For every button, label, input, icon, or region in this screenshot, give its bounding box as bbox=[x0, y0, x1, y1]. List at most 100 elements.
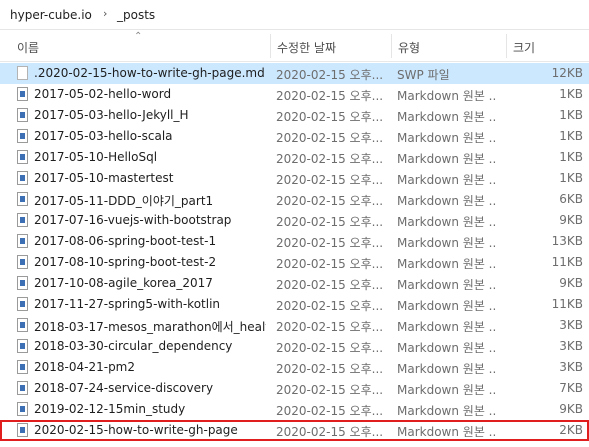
file-type: Markdown 원본 ... bbox=[397, 152, 497, 166]
file-name: 2018-03-17-mesos_marathon에서_healt... bbox=[34, 320, 266, 334]
file-size: 1KB bbox=[559, 108, 583, 122]
column-date-modified[interactable]: 수정한 날짜 bbox=[277, 39, 336, 56]
markdown-file-icon bbox=[17, 360, 28, 374]
file-row[interactable]: 2017-05-03-hello-Jekyll_H 2020-02-15 오후..… bbox=[0, 105, 589, 126]
file-type: Markdown 원본 ... bbox=[397, 404, 497, 418]
file-date-modified: 2020-02-15 오후... bbox=[276, 383, 382, 397]
file-row[interactable]: 2018-04-21-pm2 2020-02-15 오후... Markdown 원… bbox=[0, 357, 589, 378]
file-name: 2017-08-10-spring-boot-test-2 bbox=[34, 255, 217, 269]
file-size: 6KB bbox=[559, 192, 583, 206]
file-size: 3KB bbox=[559, 339, 583, 353]
file-row[interactable]: 2017-05-10-mastertest 2020-02-15 오후... Mar… bbox=[0, 168, 589, 189]
markdown-file-icon bbox=[17, 381, 28, 395]
file-name: 2018-07-24-service-discovery bbox=[34, 381, 214, 395]
file-type: Markdown 원본 ... bbox=[397, 110, 497, 124]
file-name: 2020-02-15-how-to-write-gh-page bbox=[34, 423, 238, 437]
file-size: 3KB bbox=[559, 360, 583, 374]
file-type: Markdown 원본 ... bbox=[397, 278, 497, 292]
sort-ascending-icon: ⌃ bbox=[134, 31, 143, 42]
file-date-modified: 2020-02-15 오후... bbox=[276, 362, 382, 376]
markdown-file-icon bbox=[17, 234, 28, 248]
column-name[interactable]: 이름 bbox=[17, 39, 39, 56]
file-type: Markdown 원본 ... bbox=[397, 257, 497, 271]
file-name: 2017-05-03-hello-Jekyll_H bbox=[34, 108, 189, 122]
file-type: SWP 파일 bbox=[397, 68, 450, 82]
file-size: 12KB bbox=[551, 66, 583, 80]
file-type: Markdown 원본 ... bbox=[397, 236, 497, 250]
file-size: 3KB bbox=[559, 318, 583, 332]
file-row[interactable]: 2017-05-03-hello-scala 2020-02-15 오후... Ma… bbox=[0, 126, 589, 147]
file-name: 2017-08-06-spring-boot-test-1 bbox=[34, 234, 217, 248]
file-row[interactable]: 2018-07-24-service-discovery 2020-02-15 오… bbox=[0, 378, 589, 399]
file-date-modified: 2020-02-15 오후... bbox=[276, 236, 382, 250]
file-type: Markdown 원본 ... bbox=[397, 173, 497, 187]
file-row[interactable]: 2017-07-16-vuejs-with-bootstrap 2020-02-1… bbox=[0, 210, 589, 231]
file-date-modified: 2020-02-15 오후... bbox=[276, 257, 382, 271]
file-size: 11KB bbox=[551, 297, 583, 311]
file-name: 2018-04-21-pm2 bbox=[34, 360, 136, 374]
file-date-modified: 2020-02-15 오후... bbox=[276, 320, 382, 334]
file-row[interactable]: 2017-05-11-DDD_이야기_part1 2020-02-15 오후...… bbox=[0, 189, 589, 210]
markdown-file-icon bbox=[17, 255, 28, 269]
file-type: Markdown 원본 ... bbox=[397, 131, 497, 145]
file-row[interactable]: 2017-11-27-spring5-with-kotlin 2020-02-15… bbox=[0, 294, 589, 315]
markdown-file-icon bbox=[17, 297, 28, 311]
file-row[interactable]: 2018-03-17-mesos_marathon에서_healt... 2020… bbox=[0, 315, 589, 336]
file-type: Markdown 원본 ... bbox=[397, 362, 497, 376]
file-type: Markdown 원본 ... bbox=[397, 299, 497, 313]
file-date-modified: 2020-02-15 오후... bbox=[276, 194, 382, 208]
markdown-file-icon bbox=[17, 276, 28, 290]
file-row[interactable]: .2020-02-15-how-to-write-gh-page.md.swp 2… bbox=[0, 63, 589, 84]
breadcrumb-item-posts[interactable]: _posts bbox=[117, 8, 155, 22]
file-size: 9KB bbox=[559, 276, 583, 290]
breadcrumb-item-hyper-cube-io[interactable]: hyper-cube.io bbox=[10, 8, 92, 22]
column-header: ⌃ 이름 수정한 날짜 유형 크기 bbox=[0, 30, 589, 62]
file-name: 2017-05-10-HelloSql bbox=[34, 150, 158, 164]
markdown-file-icon bbox=[17, 192, 28, 206]
file-date-modified: 2020-02-15 오후... bbox=[276, 131, 382, 145]
file-size: 2KB bbox=[559, 423, 583, 437]
column-divider[interactable] bbox=[506, 34, 507, 58]
markdown-file-icon bbox=[17, 129, 28, 143]
file-size: 13KB bbox=[551, 234, 583, 248]
file-type: Markdown 원본 ... bbox=[397, 341, 497, 355]
markdown-file-icon bbox=[17, 339, 28, 353]
file-row[interactable]: 2017-08-06-spring-boot-test-1 2020-02-15 … bbox=[0, 231, 589, 252]
breadcrumb: hyper-cube.io › _posts bbox=[0, 0, 589, 30]
file-row[interactable]: 2018-03-30-circular_dependency 2020-02-15… bbox=[0, 336, 589, 357]
file-size: 7KB bbox=[559, 381, 583, 395]
file-date-modified: 2020-02-15 오후... bbox=[276, 425, 382, 439]
chevron-right-icon: › bbox=[103, 7, 108, 20]
file-date-modified: 2020-02-15 오후... bbox=[276, 152, 382, 166]
file-size: 1KB bbox=[559, 87, 583, 101]
column-size[interactable]: 크기 bbox=[513, 39, 535, 56]
file-row[interactable]: 2017-08-10-spring-boot-test-2 2020-02-15 … bbox=[0, 252, 589, 273]
file-date-modified: 2020-02-15 오후... bbox=[276, 110, 382, 124]
file-size: 9KB bbox=[559, 213, 583, 227]
file-date-modified: 2020-02-15 오후... bbox=[276, 173, 382, 187]
file-name: .2020-02-15-how-to-write-gh-page.md.swp bbox=[34, 66, 266, 80]
file-date-modified: 2020-02-15 오후... bbox=[276, 404, 382, 418]
file-row[interactable]: 2017-10-08-agile_korea_2017 2020-02-15 오후… bbox=[0, 273, 589, 294]
file-row[interactable]: 2017-05-10-HelloSql 2020-02-15 오후... Markd… bbox=[0, 147, 589, 168]
file-row[interactable]: 2020-02-15-how-to-write-gh-page 2020-02-1… bbox=[0, 420, 589, 441]
swp-file-icon bbox=[17, 66, 28, 80]
file-date-modified: 2020-02-15 오후... bbox=[276, 299, 382, 313]
file-name: 2017-11-27-spring5-with-kotlin bbox=[34, 297, 221, 311]
file-size: 9KB bbox=[559, 402, 583, 416]
file-type: Markdown 원본 ... bbox=[397, 194, 497, 208]
column-divider[interactable] bbox=[391, 34, 392, 58]
column-type[interactable]: 유형 bbox=[398, 39, 420, 56]
file-name: 2019-02-12-15min_study bbox=[34, 402, 186, 416]
file-row[interactable]: 2017-05-02-hello-word 2020-02-15 오후... Mar… bbox=[0, 84, 589, 105]
markdown-file-icon bbox=[17, 213, 28, 227]
markdown-file-icon bbox=[17, 318, 28, 332]
file-name: 2017-05-11-DDD_이야기_part1 bbox=[34, 194, 214, 208]
file-size: 1KB bbox=[559, 150, 583, 164]
file-row[interactable]: 2019-02-12-15min_study 2020-02-15 오후... Ma… bbox=[0, 399, 589, 420]
markdown-file-icon bbox=[17, 423, 28, 437]
file-type: Markdown 원본 ... bbox=[397, 383, 497, 397]
markdown-file-icon bbox=[17, 108, 28, 122]
file-date-modified: 2020-02-15 오후... bbox=[276, 68, 382, 82]
column-divider[interactable] bbox=[270, 34, 271, 58]
